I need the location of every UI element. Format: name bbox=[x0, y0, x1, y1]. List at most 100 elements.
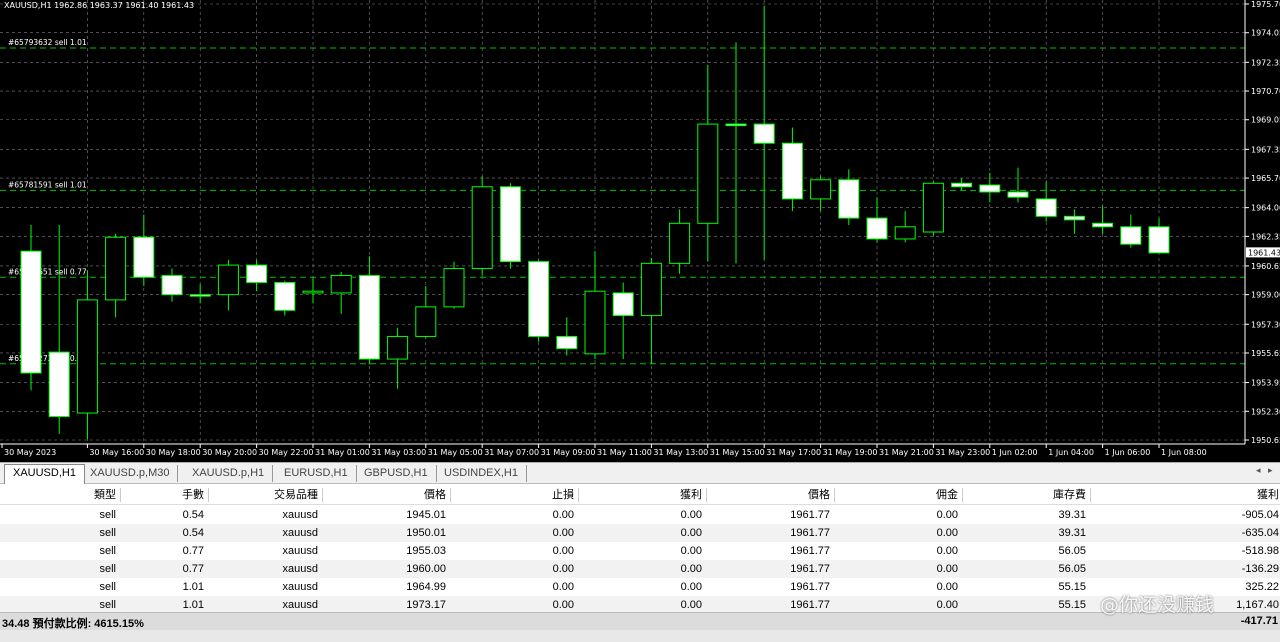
candle-body bbox=[894, 226, 916, 240]
time-tick-label: 30 May 22:00 bbox=[259, 448, 314, 457]
column-divider[interactable] bbox=[834, 488, 835, 502]
table-cell: 0.00 bbox=[680, 527, 702, 539]
candle-body bbox=[105, 236, 127, 301]
candle-body bbox=[133, 236, 155, 278]
candle-body bbox=[866, 217, 888, 240]
column-header[interactable]: 止損 bbox=[552, 486, 574, 504]
chart-grid bbox=[0, 0, 1245, 444]
margin-level-text: 34.48 預付款比例: 4615.15% bbox=[2, 618, 144, 630]
price-tick-label: 1965.70 bbox=[1251, 174, 1280, 183]
chart-canvas[interactable]: #65793632 sell 1.01 #65781591 sell 1.01 #6… bbox=[0, 0, 1280, 462]
time-tick-label: 30 May 16:00 bbox=[89, 448, 144, 457]
candle-body bbox=[951, 182, 973, 188]
time-tick-label: 1 Jun 04:00 bbox=[1048, 448, 1094, 457]
candle-body bbox=[274, 281, 296, 311]
time-axis: 30 May 2023 30 May 16:00 30 May 18:00 30 Ma… bbox=[1, 444, 1207, 457]
table-row[interactable]: sell 0.77 xauusd 1955.03 0.00 0.00 1961.77 0.00… bbox=[0, 542, 1280, 560]
tab-xauusd-p-m30[interactable]: XAUUSD.p,M30 bbox=[82, 465, 179, 482]
table-cell: sell bbox=[99, 509, 116, 521]
time-tick-label: 31 May 17:00 bbox=[766, 448, 821, 457]
column-divider[interactable] bbox=[208, 488, 209, 502]
time-tick-label: 31 May 11:00 bbox=[597, 448, 652, 457]
tab-eurusd-h1[interactable]: EURUSD,H1 bbox=[276, 465, 357, 482]
table-row[interactable]: sell 0.54 xauusd 1950.01 0.00 0.00 1961.77 0.00… bbox=[0, 524, 1280, 542]
time-tick-label: 31 May 05:00 bbox=[428, 448, 483, 457]
price-tick-label: 1969.05 bbox=[1251, 116, 1280, 125]
bottom-strip bbox=[0, 630, 1280, 642]
table-cell: 1961.77 bbox=[790, 563, 830, 575]
table-cell: sell bbox=[99, 527, 116, 539]
column-divider[interactable] bbox=[120, 488, 121, 502]
price-tick-label: 1950.65 bbox=[1251, 436, 1280, 445]
price-chart[interactable]: #65793632 sell 1.01 #65781591 sell 1.01 #6… bbox=[0, 0, 1280, 462]
column-header[interactable]: 庫存費 bbox=[1053, 486, 1086, 504]
candle-body bbox=[922, 182, 944, 233]
candle-body bbox=[161, 275, 183, 296]
table-cell: xauusd bbox=[282, 509, 318, 521]
table-cell: sell bbox=[99, 581, 116, 593]
table-cell: 0.00 bbox=[552, 563, 574, 575]
candle-body bbox=[1120, 226, 1142, 245]
candle-body bbox=[443, 268, 465, 308]
table-cell: 1961.77 bbox=[790, 509, 830, 521]
tab-gbpusd-h1[interactable]: GBPUSD,H1 bbox=[356, 465, 437, 482]
column-header[interactable]: 價格 bbox=[808, 486, 830, 504]
chart-tabs: XAUUSD,H1 XAUUSD.p,M30 XAUUSD.p,H1 EURUS… bbox=[0, 462, 1280, 484]
tab-usdindex-h1[interactable]: USDINDEX,H1 bbox=[436, 465, 527, 482]
candle-body bbox=[979, 184, 1001, 193]
table-cell: 325.22 bbox=[1245, 581, 1279, 593]
table-row[interactable]: sell 1.01 xauusd 1964.99 0.00 0.00 1961.77 0.00… bbox=[0, 578, 1280, 596]
candle-body bbox=[725, 123, 747, 127]
table-cell: -136.29 bbox=[1241, 563, 1279, 575]
column-header[interactable]: 交易品種 bbox=[274, 486, 318, 504]
column-divider[interactable] bbox=[578, 488, 579, 502]
table-cell: xauusd bbox=[282, 581, 318, 593]
column-divider[interactable] bbox=[706, 488, 707, 502]
table-cell: 0.00 bbox=[552, 581, 574, 593]
candle-body bbox=[810, 179, 832, 200]
price-axis: 1975.70 1974.05 1972.35 1970.70 1969.05 1967.… bbox=[0, 0, 1280, 445]
candle-body bbox=[1148, 226, 1170, 254]
column-header[interactable]: 類型 bbox=[94, 486, 116, 504]
price-tick-label: 1967.35 bbox=[1251, 145, 1280, 154]
table-cell: sell bbox=[99, 545, 116, 557]
table-row[interactable]: sell 0.77 xauusd 1960.00 0.00 0.00 1961.77 0.00… bbox=[0, 560, 1280, 578]
column-divider[interactable] bbox=[322, 488, 323, 502]
table-cell: 0.00 bbox=[936, 545, 958, 557]
column-header[interactable]: 獲利 bbox=[1257, 486, 1279, 504]
table-cell: sell bbox=[99, 563, 116, 575]
table-cell: 1960.00 bbox=[406, 563, 446, 575]
time-tick-label: 1 Jun 02:00 bbox=[992, 448, 1038, 457]
time-tick-label: 31 May 21:00 bbox=[879, 448, 934, 457]
tab-xauusd-p-h1[interactable]: XAUUSD.p,H1 bbox=[184, 465, 274, 482]
tab-scroll-right-icon[interactable]: ▸ bbox=[1268, 466, 1273, 476]
candle-body bbox=[302, 290, 324, 294]
price-tick-label: 1960.65 bbox=[1251, 262, 1280, 271]
candle-body bbox=[556, 335, 578, 350]
candle-body bbox=[612, 292, 634, 317]
orders-table: 類型 手數 交易品種 價格 止損 獲利 價格 佣金 庫存費 獲利 sell 0.54 xauusd 19… bbox=[0, 484, 1280, 630]
column-header[interactable]: 佣金 bbox=[936, 486, 958, 504]
tab-xauusd-h1[interactable]: XAUUSD,H1 bbox=[4, 464, 85, 484]
column-divider[interactable] bbox=[450, 488, 451, 502]
table-row[interactable]: sell 0.54 xauusd 1945.01 0.00 0.00 1961.77 0.00… bbox=[0, 506, 1280, 524]
candle-body bbox=[584, 290, 606, 355]
table-cell: 0.77 bbox=[182, 563, 204, 575]
time-tick-label: 1 Jun 06:00 bbox=[1105, 448, 1151, 457]
column-divider[interactable] bbox=[962, 488, 963, 502]
candle-body bbox=[753, 123, 775, 144]
price-tick-label: 1959.00 bbox=[1251, 291, 1280, 300]
candle-body bbox=[528, 261, 550, 337]
column-divider[interactable] bbox=[1090, 488, 1091, 502]
table-cell: xauusd bbox=[282, 545, 318, 557]
candle-body bbox=[499, 186, 521, 263]
column-header[interactable]: 價格 bbox=[424, 486, 446, 504]
column-header[interactable]: 獲利 bbox=[680, 486, 702, 504]
time-tick-label: 31 May 13:00 bbox=[653, 448, 708, 457]
time-tick-label: 31 May 01:00 bbox=[315, 448, 370, 457]
table-cell: 0.00 bbox=[936, 527, 958, 539]
tab-scroll-left-icon[interactable]: ◂ bbox=[1256, 466, 1261, 476]
candle-body bbox=[697, 123, 719, 224]
table-header: 類型 手數 交易品種 價格 止損 獲利 價格 佣金 庫存費 獲利 bbox=[0, 486, 1280, 505]
column-header[interactable]: 手數 bbox=[182, 486, 204, 504]
